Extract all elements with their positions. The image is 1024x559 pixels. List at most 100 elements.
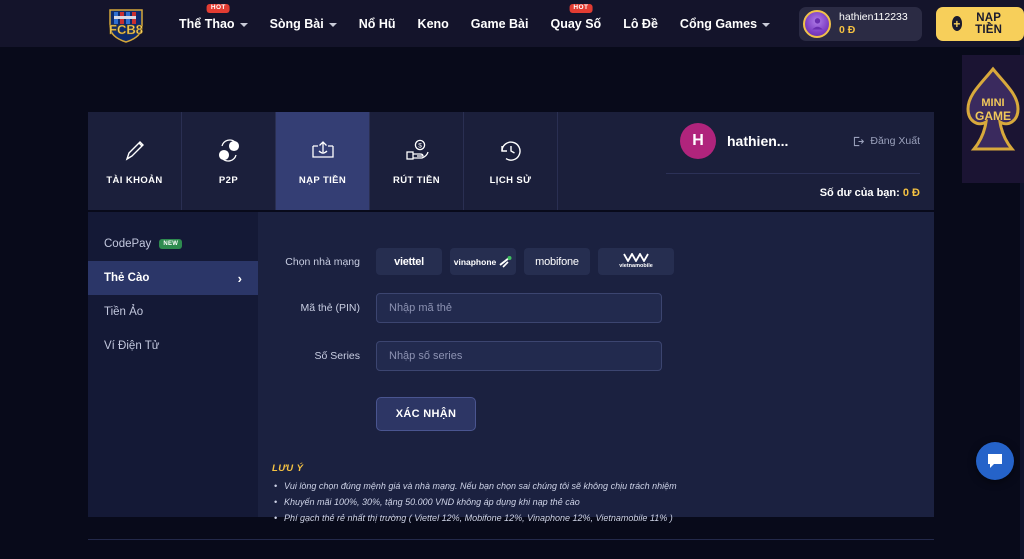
nav-item-label: Lô Đề xyxy=(623,16,658,31)
nav-item-4[interactable]: Game Bài xyxy=(460,11,540,37)
pin-input[interactable] xyxy=(376,293,662,323)
user-meta: hathien112233 0 Đ xyxy=(839,11,908,35)
nav-item-label: Sòng Bài xyxy=(269,16,324,31)
tab-tai-khoan[interactable]: TÀI KHOẢN xyxy=(88,112,182,210)
note-item: Vui lòng chọn đúng mệnh giá và nhà mạng.… xyxy=(272,481,934,491)
vinaphone-swoosh-icon xyxy=(499,255,512,268)
new-badge: NEW xyxy=(159,239,183,249)
sidebar-item-vi-dien-tu[interactable]: Ví Điện Tử xyxy=(88,329,258,363)
deposit-button-label: NẠP TIỀN xyxy=(975,11,1003,36)
serial-label: Số Series xyxy=(314,350,360,362)
plus-icon: + xyxy=(951,16,963,31)
nav-item-2[interactable]: Nổ Hũ xyxy=(348,11,407,37)
avatar xyxy=(803,9,832,38)
nav-item-3[interactable]: Keno xyxy=(407,11,460,37)
avatar: H xyxy=(680,123,716,159)
deposit-panel: CodePay NEW Thẻ Cào › Tiền Ảo Ví Điện Tử… xyxy=(88,212,934,523)
tab-rut-tien[interactable]: $ RÚT TIỀN xyxy=(370,112,464,210)
sidebar-item-the-cao[interactable]: Thẻ Cào › xyxy=(88,261,258,295)
profile-identity-row: H hathien... Đăng Xuất xyxy=(666,123,920,174)
tab-label: RÚT TIỀN xyxy=(392,175,440,186)
pin-row: Mã thẻ (PIN) xyxy=(258,293,934,323)
deposit-method-sidebar: CodePay NEW Thẻ Cào › Tiền Ảo Ví Điện Tử xyxy=(88,212,258,517)
nav-item-label: Nổ Hũ xyxy=(358,16,396,31)
pin-label: Mã thẻ (PIN) xyxy=(300,302,360,314)
confirm-button[interactable]: XÁC NHẬN xyxy=(376,397,476,431)
tab-nap-tien[interactable]: NẠP TIỀN xyxy=(276,112,370,210)
chevron-down-icon xyxy=(239,22,248,27)
nav-item-label: Quay Số xyxy=(550,16,602,31)
tab-spacer xyxy=(558,112,666,210)
nav-item-0[interactable]: HOT Thể Thao xyxy=(168,3,259,37)
svg-text:$: $ xyxy=(418,143,422,150)
deposit-icon xyxy=(309,136,337,166)
carrier-viettel[interactable]: viettel xyxy=(376,248,442,275)
hot-badge: HOT xyxy=(206,3,230,13)
sidebar-item-label: CodePay xyxy=(104,238,152,250)
user-balance-label: 0 Đ xyxy=(839,23,856,36)
account-tab-bar: TÀI KHOẢN $ ₫ P2P NẠP TIỀN $ RÚT TIỀN LỊ… xyxy=(88,112,934,210)
pencil-icon xyxy=(122,136,148,166)
footer-divider xyxy=(88,539,934,540)
username-label: hathien112233 xyxy=(839,11,908,24)
user-account-box[interactable]: hathien112233 0 Đ xyxy=(799,6,922,41)
profile-summary: H hathien... Đăng Xuất Số dư của bạn: 0 … xyxy=(666,112,934,210)
carrier-label: vietnamobile xyxy=(619,263,653,270)
mini-game-line-2: GAME xyxy=(975,109,1011,123)
serial-input[interactable] xyxy=(376,341,662,371)
note-item: Khuyến mãi 100%, 30%, tặng 50.000 VND kh… xyxy=(272,497,934,507)
carrier-vinaphone[interactable]: vinaphone xyxy=(450,248,516,275)
hot-badge: HOT xyxy=(569,3,593,13)
nav-item-label: Thể Thao xyxy=(179,16,235,31)
carrier-vietnamobile[interactable]: vietnamobile xyxy=(598,248,674,275)
serial-row: Số Series xyxy=(258,341,934,371)
carrier-mobifone[interactable]: mobifone xyxy=(524,248,590,275)
mini-game-line-1: MINI xyxy=(981,97,1004,109)
balance-row: Số dư của bạn: 0 Đ xyxy=(666,174,920,199)
nav-item-label: Game Bài xyxy=(470,16,529,31)
notes-section: LƯU Ý Vui lòng chọn đúng mệnh giá và nhà… xyxy=(258,431,934,523)
sidebar-item-label: Thẻ Cào xyxy=(104,272,150,284)
balance-label: Số dư của bạn: xyxy=(819,187,900,199)
nav-item-1[interactable]: Sòng Bài xyxy=(259,11,348,37)
top-navigation-bar: FCB8 HOT Thể Thao Sòng Bài Nổ Hũ Keno Ga… xyxy=(0,0,1024,47)
nav-item-6[interactable]: Lô Đề xyxy=(612,11,669,37)
submit-row: XÁC NHẬN xyxy=(258,397,934,431)
history-clock-icon xyxy=(498,136,524,166)
balance-value: 0 Đ xyxy=(902,187,920,199)
carrier-label: Chọn nhà mạng xyxy=(285,255,360,268)
sidebar-item-codepay[interactable]: CodePay NEW xyxy=(88,227,258,261)
nav-item-5[interactable]: HOT Quay Số xyxy=(539,3,612,37)
chevron-right-icon: › xyxy=(237,270,242,286)
nav-item-label: Cổng Games xyxy=(679,16,758,31)
tab-label: NẠP TIỀN xyxy=(298,175,347,186)
tab-label: LỊCH SỬ xyxy=(489,175,532,186)
primary-nav-links: HOT Thể Thao Sòng Bài Nổ Hũ Keno Game Bà… xyxy=(168,3,781,37)
nav-item-7[interactable]: Cổng Games xyxy=(669,11,781,37)
tab-lich-su[interactable]: LỊCH SỬ xyxy=(464,112,558,210)
sidebar-item-label: Tiền Ảo xyxy=(104,306,144,318)
note-item: Phí gạch thẻ rẻ nhất thị trường ( Viette… xyxy=(272,513,934,523)
notes-title: LƯU Ý xyxy=(272,463,304,474)
logout-icon xyxy=(854,136,865,146)
mini-game-widget[interactable]: MINI GAME xyxy=(962,55,1024,183)
tab-p2p[interactable]: $ ₫ P2P xyxy=(182,112,276,210)
carrier-label: mobifone xyxy=(535,255,579,268)
logout-button[interactable]: Đăng Xuất xyxy=(852,135,920,148)
deposit-form-area: Chọn nhà mạng viettel vinaphone mobifone… xyxy=(258,212,934,523)
withdraw-icon: $ xyxy=(403,136,431,166)
fcb8-logo[interactable]: FCB8 xyxy=(98,6,154,43)
chat-widget-button[interactable] xyxy=(976,442,1014,480)
nav-item-label: Keno xyxy=(417,16,449,31)
tab-label: P2P xyxy=(218,175,239,186)
vietnamobile-logo-icon xyxy=(623,253,649,263)
sidebar-item-label: Ví Điện Tử xyxy=(104,340,160,352)
carrier-row: Chọn nhà mạng viettel vinaphone mobifone… xyxy=(258,248,934,275)
svg-text:₫: ₫ xyxy=(222,153,226,160)
notes-list: Vui lòng chọn đúng mệnh giá và nhà mạng.… xyxy=(272,481,934,523)
logout-label: Đăng Xuất xyxy=(870,135,920,147)
chevron-down-icon xyxy=(762,22,771,27)
sidebar-item-tien-ao[interactable]: Tiền Ảo xyxy=(88,295,258,329)
profile-name: hathien... xyxy=(727,133,789,149)
deposit-button[interactable]: + NẠP TIỀN xyxy=(935,6,1024,41)
